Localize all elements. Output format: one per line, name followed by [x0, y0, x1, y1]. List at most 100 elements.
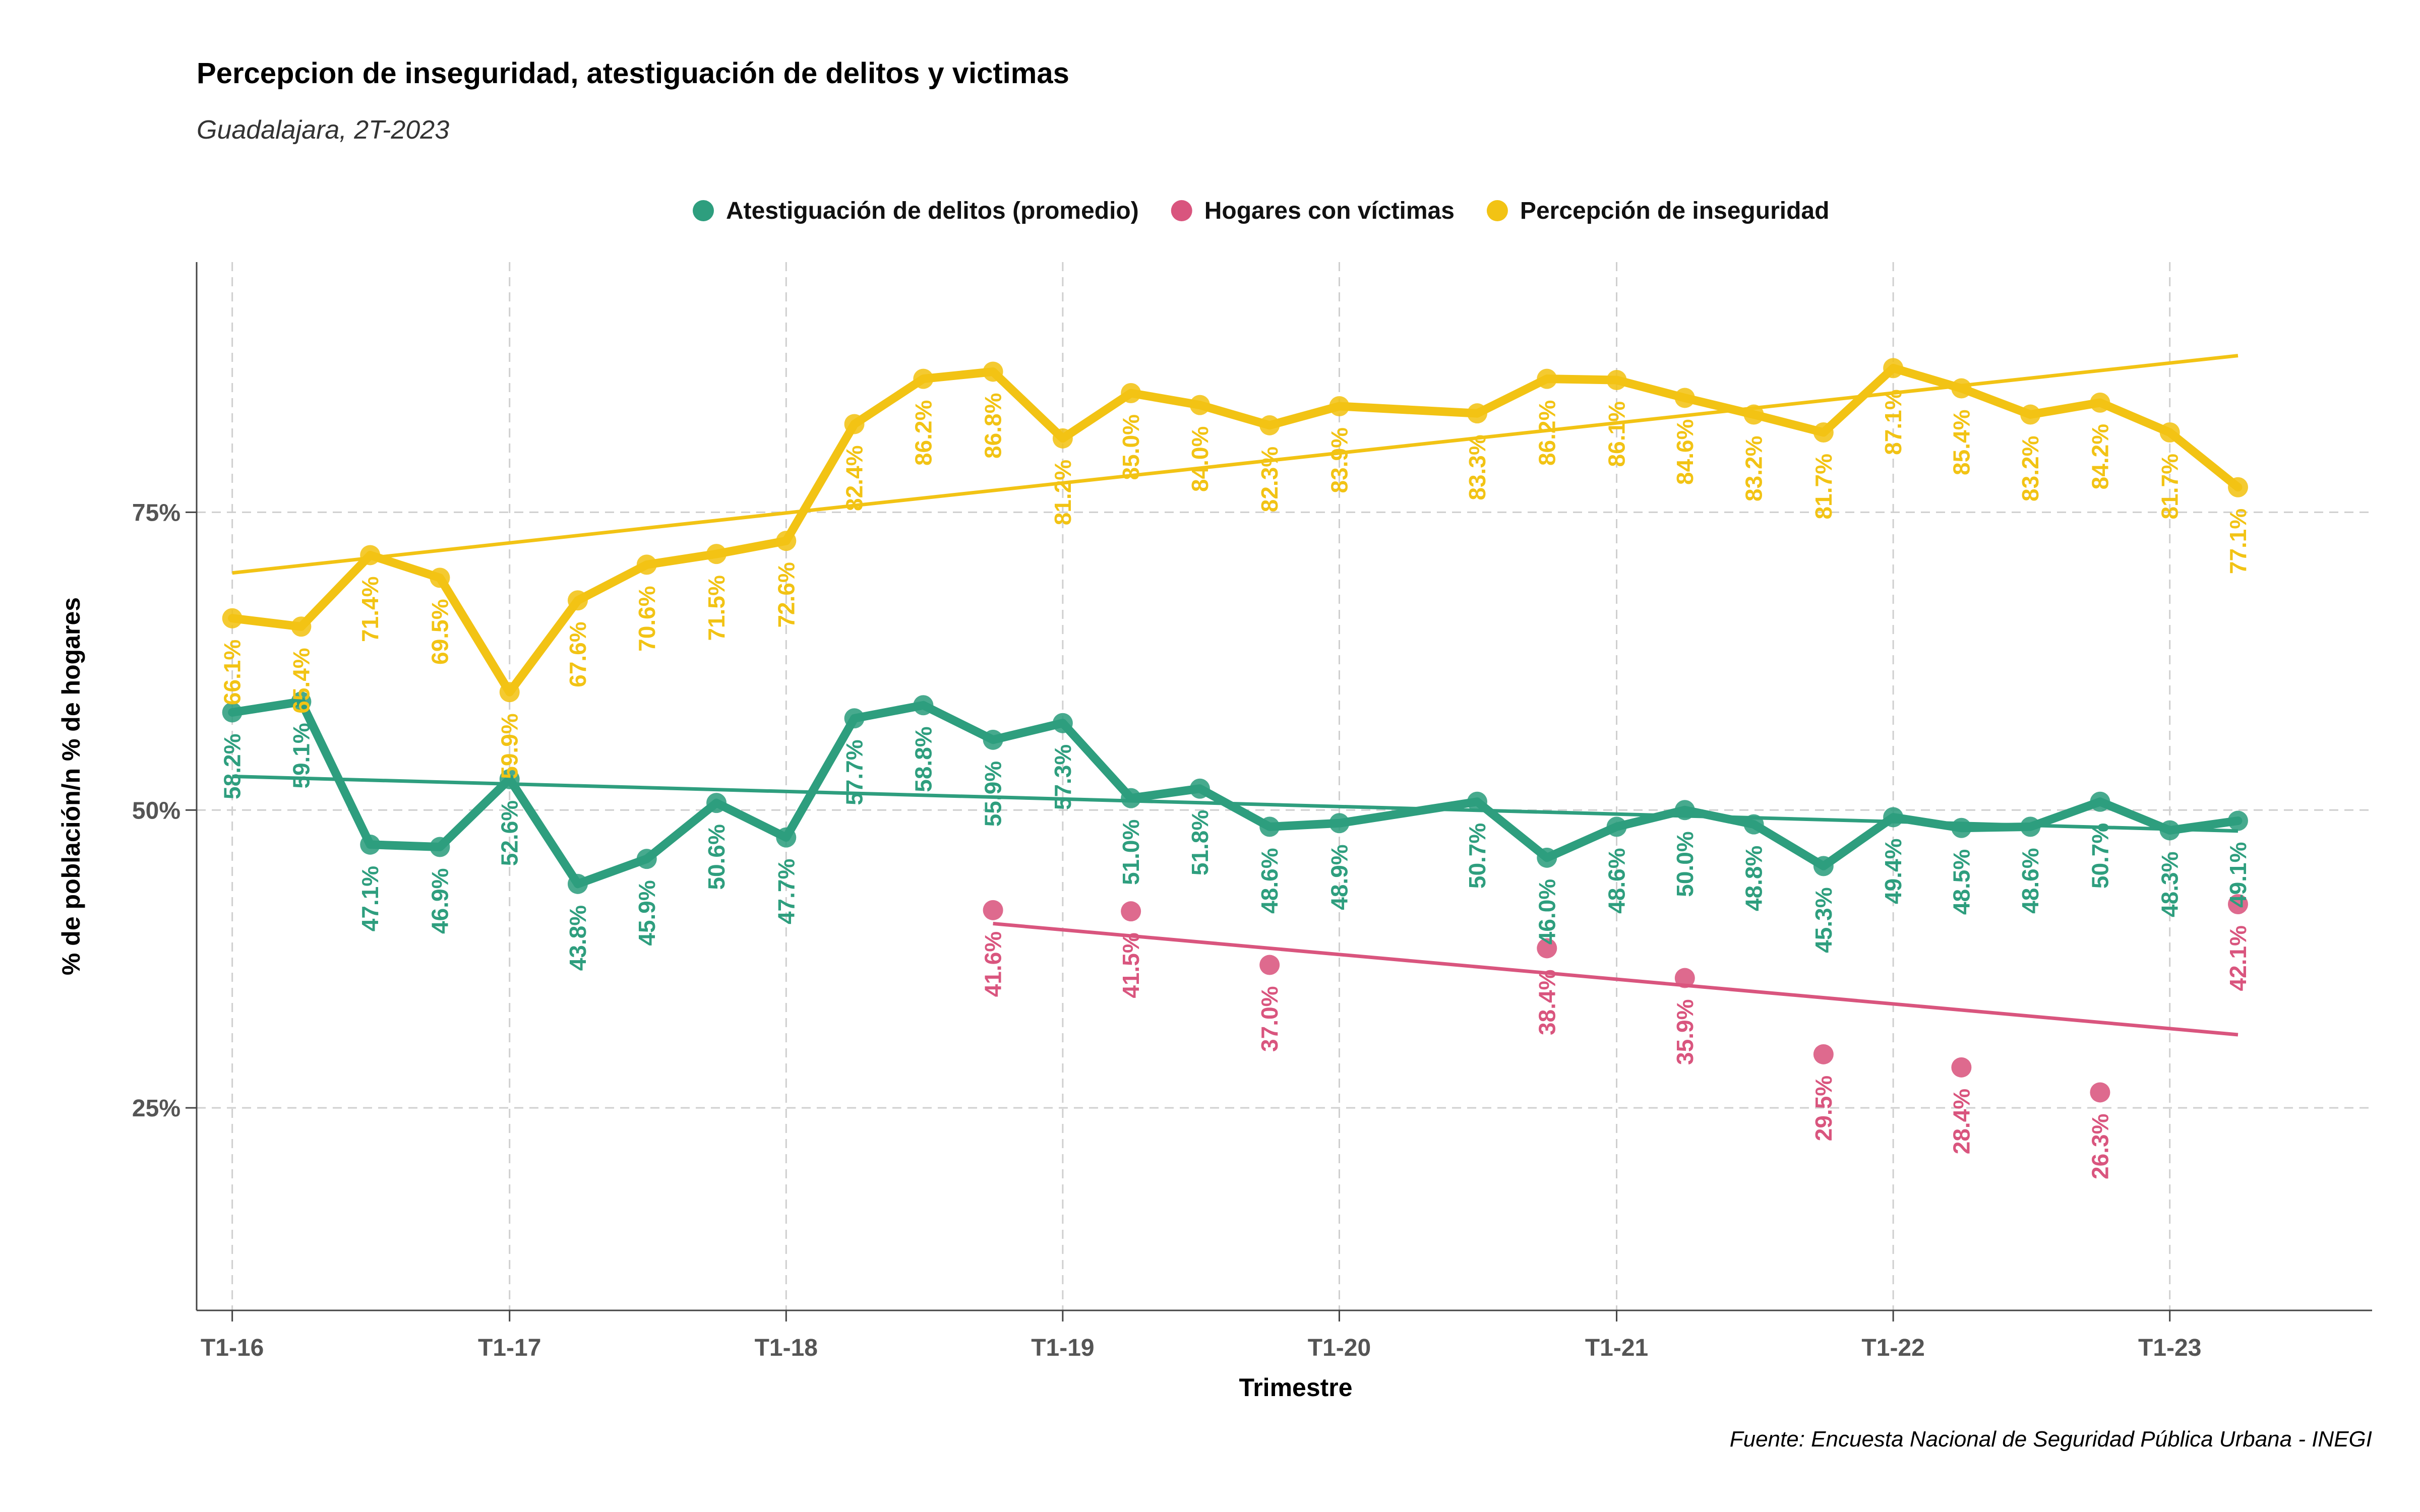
- data-point: [360, 545, 381, 565]
- data-label: 48.6%: [1604, 848, 1630, 913]
- data-label: 26.3%: [2087, 1114, 2113, 1179]
- data-label: 85.4%: [1948, 410, 1974, 475]
- data-label: 82.4%: [841, 446, 868, 511]
- data-label: 59.1%: [288, 723, 314, 788]
- data-label: 86.1%: [1604, 401, 1630, 467]
- data-point: [983, 729, 1003, 750]
- data-label: 83.2%: [1741, 436, 1767, 501]
- data-point: [499, 682, 520, 703]
- chart-subtitle: Guadalajara, 2T-2023: [197, 115, 449, 145]
- data-label: 49.1%: [2225, 842, 2251, 908]
- x-tick-label: T1-23: [2138, 1335, 2201, 1361]
- data-label: 81.7%: [2157, 454, 2183, 519]
- data-label: 59.9%: [497, 713, 523, 779]
- axes: T1-16 T1-17 T1-18 T1-19 T1-20 T1-21 T1-22 T1-23…: [132, 262, 2372, 1361]
- data-point: [1329, 813, 1350, 834]
- data-point: [1467, 403, 1488, 424]
- data-label: 58.8%: [910, 726, 936, 792]
- data-point: [1883, 358, 1904, 379]
- series: [228, 363, 2243, 889]
- legend-label: Hogares con víctimas: [1204, 198, 1455, 224]
- data-point: [1813, 1044, 1834, 1064]
- data-label: 50.7%: [1464, 823, 1490, 889]
- data-point: [844, 414, 865, 434]
- data-label: 71.5%: [703, 575, 730, 641]
- data-label: 28.4%: [1948, 1089, 1974, 1154]
- data-point: [636, 849, 657, 869]
- data-point: [1813, 856, 1834, 876]
- data-point: [1121, 788, 1141, 808]
- data-label: 81.7%: [1810, 454, 1837, 519]
- data-label: 86.2%: [1534, 400, 1560, 466]
- x-tick-label: T1-21: [1585, 1335, 1648, 1361]
- data-label: 45.3%: [1810, 887, 1837, 953]
- data-label: 82.3%: [1256, 447, 1283, 512]
- data-point: [1052, 428, 1073, 449]
- data-label: 57.7%: [841, 739, 868, 805]
- data-point: [913, 695, 934, 716]
- data-point: [2090, 392, 2110, 413]
- data-label: 67.6%: [565, 621, 591, 687]
- data-label: 86.8%: [980, 393, 1006, 459]
- x-axis-title: Trimestre: [1239, 1373, 1352, 1402]
- data-point: [430, 568, 450, 588]
- data-point: [1606, 370, 1627, 390]
- data-label: 41.5%: [1118, 932, 1144, 998]
- data-point: [1606, 816, 1627, 837]
- data-point: [222, 608, 243, 628]
- data-label: 48.5%: [1948, 849, 1974, 915]
- data-point: [1121, 383, 1141, 403]
- data-label: 35.9%: [1672, 999, 1698, 1065]
- data-point: [1951, 817, 1972, 838]
- data-point: [1052, 713, 1073, 733]
- data-label: 81.2%: [1050, 460, 1076, 525]
- data-label: 48.6%: [1256, 848, 1283, 913]
- data-point: [1189, 778, 1210, 799]
- x-tick-label: T1-18: [755, 1335, 818, 1361]
- data-point: [1537, 847, 1557, 868]
- data-label: 83.2%: [2017, 436, 2043, 501]
- data-label: 42.1%: [2225, 925, 2251, 991]
- data-point: [706, 793, 727, 813]
- series-line: [228, 697, 2243, 889]
- data-label: 71.4%: [357, 577, 383, 642]
- data-label: 46.9%: [427, 868, 453, 934]
- y-axis-title: % de población/n % de hogares: [57, 597, 85, 975]
- data-label: 51.0%: [1118, 820, 1144, 885]
- data-point: [1951, 1057, 1972, 1078]
- data-point: [2090, 791, 2110, 812]
- data-point: [291, 616, 312, 637]
- data-label: 41.6%: [980, 931, 1006, 997]
- data-point: [1813, 422, 1834, 443]
- legend: Atestiguación de delitos (promedio) Hogar…: [693, 198, 1829, 224]
- data-label: 87.1%: [1880, 389, 1906, 455]
- series-line: [228, 363, 2243, 697]
- chart-title: Percepcion de inseguridad, atestiguación…: [197, 57, 1069, 90]
- data-points: [222, 358, 2248, 1103]
- data-label: 48.6%: [2017, 848, 2043, 913]
- data-point: [2020, 816, 2041, 837]
- data-label: 69.5%: [427, 599, 453, 664]
- legend-swatch: [1171, 200, 1192, 221]
- data-label: 86.2%: [910, 400, 936, 466]
- data-point: [2159, 422, 2180, 443]
- x-tick-label: T1-22: [1861, 1335, 1924, 1361]
- data-label: 49.4%: [1880, 839, 1906, 904]
- chart: Percepcion de inseguridad, atestiguación…: [57, 57, 2372, 1452]
- data-label: 45.9%: [634, 880, 660, 946]
- data-label: 37.0%: [1256, 986, 1283, 1052]
- data-point: [1259, 816, 1280, 837]
- data-point: [2227, 810, 2248, 831]
- data-point: [2227, 477, 2248, 497]
- data-label: 48.9%: [1326, 844, 1353, 910]
- data-label: 85.0%: [1118, 414, 1144, 480]
- data-label: 84.0%: [1187, 426, 1213, 492]
- data-point: [1674, 800, 1695, 821]
- data-label: 84.6%: [1672, 419, 1698, 485]
- x-tick-label: T1-20: [1308, 1335, 1371, 1361]
- data-point: [636, 554, 657, 575]
- data-point: [1883, 807, 1904, 828]
- data-point: [1674, 968, 1695, 988]
- data-label: 50.7%: [2087, 823, 2113, 889]
- data-point: [1743, 404, 1764, 425]
